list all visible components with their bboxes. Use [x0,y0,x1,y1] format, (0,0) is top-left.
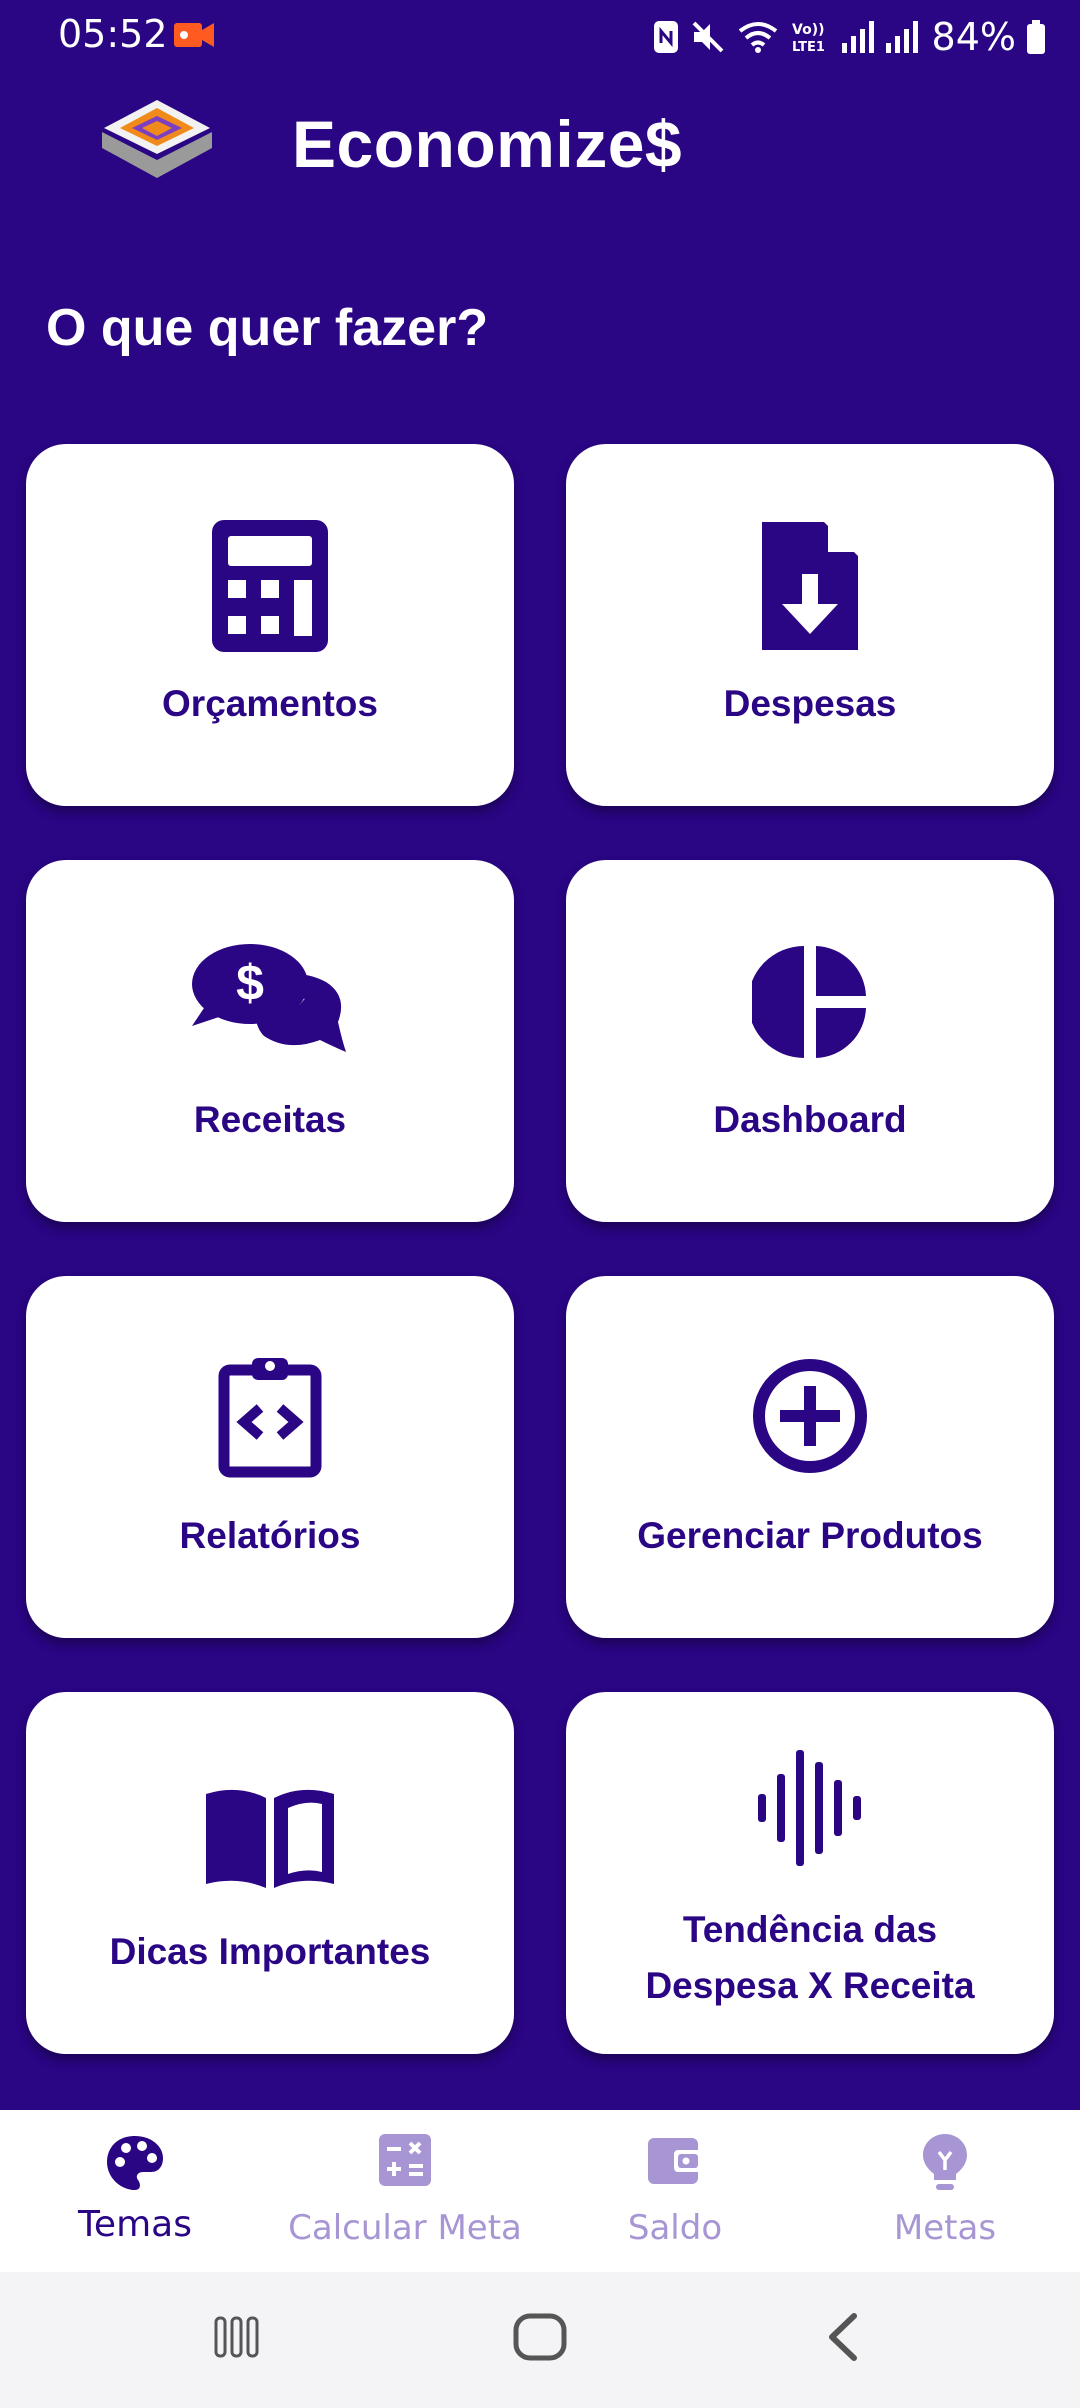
volte-icon: Vo)) LTE1 [792,22,825,55]
card-dicas-importantes[interactable]: Dicas Importantes [26,1692,514,2054]
nav-item-calcular-meta[interactable]: Calcular Meta [270,2110,540,2272]
system-navigation-bar [0,2272,1080,2408]
calculator-box-icon [379,2134,431,2186]
nav-label: Metas [893,2208,997,2248]
status-bar: 05:52 Vo)) LTE1 84% [0,0,1080,74]
svg-text:LTE1: LTE1 [792,40,825,55]
nav-label: Saldo [627,2208,723,2248]
file-download-icon [762,522,858,650]
nav-label: Calcular Meta [288,2208,522,2248]
card-label-line1: Tendência das [682,1909,938,1950]
svg-text:$: $ [236,955,264,1011]
card-gerenciar-produtos[interactable]: Gerenciar Produtos [566,1276,1054,1638]
card-despesas[interactable]: Despesas [566,444,1054,806]
card-label: Relatórios [179,1515,361,1556]
signal-icon [885,21,918,53]
palette-icon [107,2136,163,2190]
code-clipboard-icon [218,1358,322,1478]
waveform-icon [758,1750,861,1866]
card-label: Orçamentos [162,683,378,724]
wifi-icon [738,22,777,53]
nav-item-temas[interactable]: Temas [0,2110,270,2272]
bottom-navigation: Temas Calcular Meta Saldo Metas [0,2110,1080,2272]
nav-item-saldo[interactable]: Saldo [540,2110,810,2272]
app-logo-icon [102,100,212,178]
status-time: 05:52 [58,12,168,56]
card-receitas[interactable]: $ Receitas [26,860,514,1222]
home-icon[interactable] [512,2312,568,2362]
wallet-icon [648,2138,702,2184]
card-label: Dashboard [713,1099,907,1140]
nfc-icon [653,21,678,53]
recent-apps-icon[interactable] [212,2312,262,2362]
add-circle-icon [753,1359,867,1473]
battery-icon [1027,20,1045,54]
card-label: Dicas Importantes [109,1931,431,1972]
lightbulb-icon [923,2134,967,2190]
card-dashboard[interactable]: Dashboard [566,860,1054,1222]
card-label: Receitas [193,1099,347,1140]
calculator-icon [212,520,328,652]
card-orcamentos[interactable]: Orçamentos [26,444,514,806]
book-icon [206,1789,334,1888]
video-record-icon [174,23,214,47]
nav-item-metas[interactable]: Metas [810,2110,1080,2272]
card-label: Gerenciar Produtos [637,1515,983,1556]
nav-label: Temas [78,2204,192,2245]
card-relatorios[interactable]: Relatórios [26,1276,514,1638]
app-title: Economize$ [292,107,683,181]
mute-icon [692,21,723,53]
card-label: Tendência das Despesa X Receita [576,1902,1044,2014]
card-tendencia[interactable]: Tendência das Despesa X Receita [566,1692,1054,2054]
signal-icon [841,21,874,53]
battery-percentage: 84% [931,15,1016,59]
card-label-line2: Despesa X Receita [645,1965,975,2006]
money-chat-icon: $ [192,944,346,1052]
app-header: Economize$ [0,90,1080,200]
card-label: Despesas [723,683,897,724]
pie-chart-icon [752,946,866,1058]
back-icon[interactable] [826,2312,860,2362]
svg-text:Vo)): Vo)) [792,22,824,38]
page-title: O que quer fazer? [46,299,489,357]
